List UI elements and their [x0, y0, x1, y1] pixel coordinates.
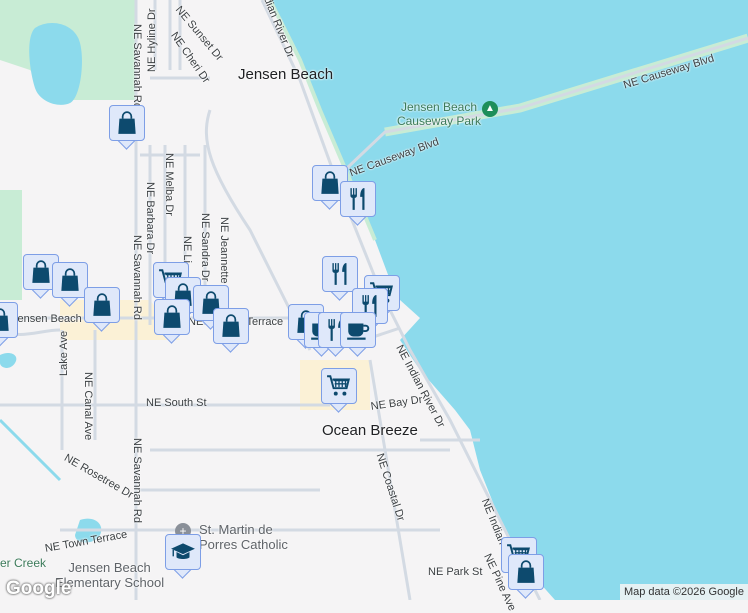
shopping-marker[interactable]	[508, 554, 544, 600]
poi-line: Jensen Beach	[68, 560, 151, 575]
google-logo[interactable]: Google	[6, 578, 71, 600]
shopping-bag-icon	[89, 292, 115, 318]
shopping-bag-icon	[0, 307, 13, 333]
street-label: NE Melba Dr	[163, 153, 175, 216]
town-label-jensen-beach: Jensen Beach	[238, 66, 334, 83]
street-label: NE Savannah Rd	[131, 438, 143, 523]
street-label: NE Barbara Dr	[144, 182, 156, 255]
fork-knife-icon	[327, 261, 353, 287]
park-icon[interactable]: ▲	[482, 101, 498, 117]
shopping-bag-icon	[57, 267, 83, 293]
street-label: Lake Ave	[58, 330, 70, 376]
street-label: NE Savannah Rd	[131, 24, 143, 109]
street-label: NE Sandra Dr	[199, 213, 211, 282]
shopping-bag-icon	[28, 259, 54, 285]
street-label: NE Park St	[428, 566, 483, 578]
shopping-marker[interactable]	[52, 262, 88, 308]
shopping-marker[interactable]	[0, 302, 18, 348]
poi-line: St. Martin de	[199, 522, 273, 537]
street-label: NE Savannah Rd	[131, 235, 143, 320]
shopping-marker[interactable]	[109, 105, 145, 151]
town-label-ocean-breeze: Ocean Breeze	[322, 422, 418, 439]
shopping-bag-icon	[159, 304, 185, 330]
street-label: NE Canal Ave	[82, 372, 94, 441]
lake	[29, 23, 82, 105]
shopping-marker[interactable]	[213, 308, 249, 354]
shopping-bag-icon	[513, 559, 539, 585]
map-attribution[interactable]: Map data ©2026 Google	[619, 584, 748, 600]
cafe-marker[interactable]	[340, 312, 376, 358]
restaurant-marker[interactable]	[340, 181, 376, 227]
grocery-marker[interactable]	[321, 368, 357, 414]
shopping-cart-icon	[326, 373, 352, 399]
creek-label: er Creek	[0, 556, 47, 570]
shopping-bag-icon	[218, 313, 244, 339]
shopping-marker[interactable]	[84, 287, 120, 333]
school-marker[interactable]	[165, 534, 201, 580]
fork-knife-icon	[345, 186, 371, 212]
street-label: NE Hyline Dr	[146, 8, 158, 72]
street-label: NE Li	[181, 236, 193, 263]
street-label: NE South St	[146, 397, 207, 409]
shopping-marker[interactable]	[154, 299, 190, 345]
poi-line: Porres Catholic	[199, 537, 288, 552]
coffee-cup-icon	[345, 317, 371, 343]
poi-label-church[interactable]: St. Martin de Porres Catholic	[199, 522, 288, 552]
street-label: NE Jeannette	[218, 217, 230, 284]
shopping-bag-icon	[114, 110, 140, 136]
graduation-cap-icon	[170, 539, 196, 565]
park-area	[0, 190, 22, 300]
creek	[0, 418, 62, 482]
lake	[0, 352, 17, 368]
park-name: Jensen Beach Causeway Park	[396, 100, 482, 128]
park-label[interactable]: Jensen Beach Causeway Park	[384, 100, 494, 128]
